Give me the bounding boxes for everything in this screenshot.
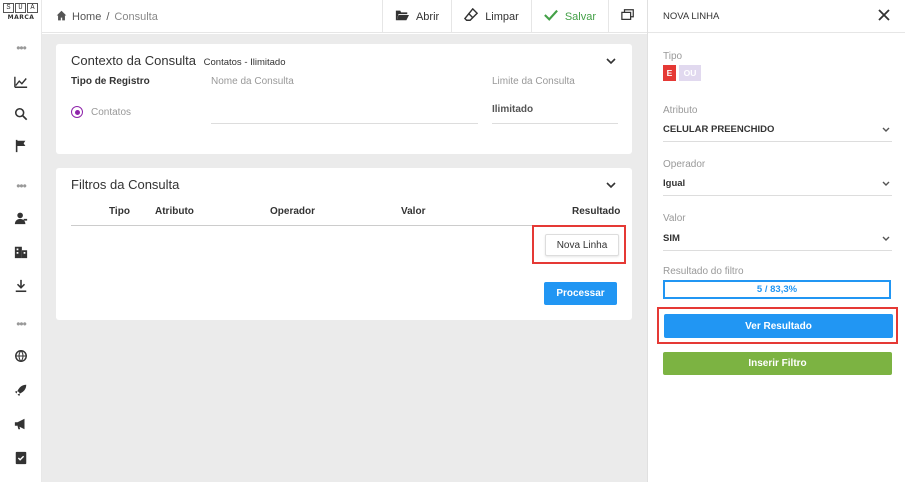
valor-value: SIM — [663, 233, 680, 244]
limpar-label: Limpar — [485, 10, 519, 23]
download-icon[interactable] — [11, 276, 31, 296]
more-dots-icon[interactable]: ••• — [11, 38, 31, 58]
col-operador: Operador — [270, 206, 316, 217]
chevron-down-icon — [882, 235, 890, 243]
filtros-card: Filtros da Consulta Tipo Atributo Operad… — [56, 168, 632, 320]
tipo-e-button[interactable]: E — [663, 65, 676, 81]
nova-linha-panel: NOVA LINHA Tipo E OU Atributo CELULAR PR… — [647, 0, 905, 482]
home-icon[interactable] — [56, 10, 67, 24]
chevron-down-icon — [882, 126, 890, 134]
contexto-title: Contexto da Consulta Contatos - Ilimitad… — [71, 53, 286, 68]
limite-consulta-label: Limite da Consulta — [492, 76, 575, 87]
panel-title: NOVA LINHA — [663, 11, 720, 22]
ver-resultado-highlight: Ver Resultado — [657, 307, 898, 344]
inserir-filtro-button[interactable]: Inserir Filtro — [663, 352, 892, 375]
valor-label: Valor — [663, 213, 686, 224]
folder-open-icon — [395, 8, 409, 25]
filtros-table-header: Tipo Atributo Operador Valor Resultado — [71, 204, 621, 226]
chevron-down-icon[interactable] — [606, 56, 616, 66]
checklist-icon[interactable] — [11, 448, 31, 468]
operador-select[interactable]: Igual — [663, 176, 892, 196]
tipo-ou-button[interactable]: OU — [679, 65, 701, 81]
atributo-label: Atributo — [663, 105, 698, 116]
abrir-label: Abrir — [415, 10, 440, 23]
radio-contatos[interactable]: Contatos — [71, 106, 131, 118]
abrir-button[interactable]: Abrir — [381, 0, 451, 33]
brand-logo[interactable]: S U A MARCA — [3, 3, 39, 23]
col-atributo: Atributo — [155, 206, 194, 217]
salvar-button[interactable]: Salvar — [530, 0, 608, 33]
col-resultado: Resultado — [572, 206, 621, 217]
main-content: Contexto da Consulta Contatos - Ilimitad… — [42, 34, 647, 482]
globe-icon[interactable] — [11, 346, 31, 366]
flag-icon[interactable] — [11, 136, 31, 156]
tipo-label: Tipo — [663, 51, 683, 62]
tipo-toggle: E OU — [663, 65, 701, 81]
logo-letter: A — [27, 3, 38, 13]
panel-header: NOVA LINHA — [648, 0, 905, 33]
processar-button[interactable]: Processar — [544, 282, 617, 305]
sidebar: S U A MARCA ••• ••• ••• — [0, 0, 42, 482]
salvar-label: Salvar — [564, 10, 596, 23]
contexto-subtitle: Contatos - Ilimitado — [203, 57, 286, 68]
col-valor: Valor — [401, 206, 426, 217]
more-dots-icon[interactable]: ••• — [11, 314, 31, 334]
ver-resultado-button[interactable]: Ver Resultado — [664, 314, 893, 338]
nova-linha-button[interactable]: Nova Linha — [545, 234, 619, 256]
toolbar: Abrir Limpar Salvar — [381, 0, 647, 33]
contexto-title-text: Contexto da Consulta — [71, 53, 197, 68]
chevron-down-icon — [882, 180, 890, 188]
more-dots-icon[interactable]: ••• — [11, 176, 31, 196]
resultado-label: Resultado do filtro — [663, 266, 744, 277]
breadcrumb-separator: / — [106, 11, 110, 23]
atributo-select[interactable]: CELULAR PREENCHIDO — [663, 122, 892, 142]
col-tipo: Tipo — [109, 206, 130, 217]
eraser-icon — [464, 7, 479, 25]
top-bar: Home / Consulta Abrir Limpar Salvar — [42, 0, 647, 33]
tipo-registro-label: Tipo de Registro — [71, 76, 150, 87]
chart-icon[interactable] — [11, 72, 31, 92]
check-icon — [543, 8, 558, 25]
breadcrumb-home[interactable]: Home — [72, 11, 101, 23]
logo-letter: U — [15, 3, 26, 13]
nome-consulta-input[interactable] — [211, 104, 478, 124]
operador-value: Igual — [663, 178, 686, 189]
search-icon[interactable] — [11, 104, 31, 124]
close-icon[interactable] — [878, 9, 892, 23]
atributo-value: CELULAR PREENCHIDO — [663, 124, 775, 135]
valor-select[interactable]: SIM — [663, 231, 892, 251]
limite-consulta-input[interactable] — [492, 104, 618, 124]
megaphone-icon[interactable] — [11, 414, 31, 434]
contacts-icon[interactable] — [11, 208, 31, 228]
resultado-value: 5 / 83,3% — [663, 280, 891, 299]
rocket-icon[interactable] — [11, 380, 31, 400]
contexto-card: Contexto da Consulta Contatos - Ilimitad… — [56, 44, 632, 154]
limpar-button[interactable]: Limpar — [451, 0, 531, 33]
logo-letter: S — [3, 3, 14, 13]
radio-selected-icon[interactable] — [71, 106, 83, 118]
nome-consulta-label: Nome da Consulta — [211, 76, 294, 87]
nova-linha-highlight: Nova Linha — [532, 225, 626, 264]
breadcrumb-current: Consulta — [114, 11, 158, 23]
filtros-title: Filtros da Consulta — [71, 177, 180, 192]
chevron-down-icon[interactable] — [606, 180, 616, 190]
duplicate-button[interactable] — [608, 0, 647, 33]
logo-subtitle: MARCA — [7, 14, 35, 21]
breadcrumb: Home / Consulta — [56, 10, 158, 24]
radio-contatos-label: Contatos — [91, 106, 132, 118]
building-icon[interactable] — [11, 242, 31, 262]
operador-label: Operador — [663, 159, 706, 170]
duplicate-icon — [621, 8, 635, 25]
